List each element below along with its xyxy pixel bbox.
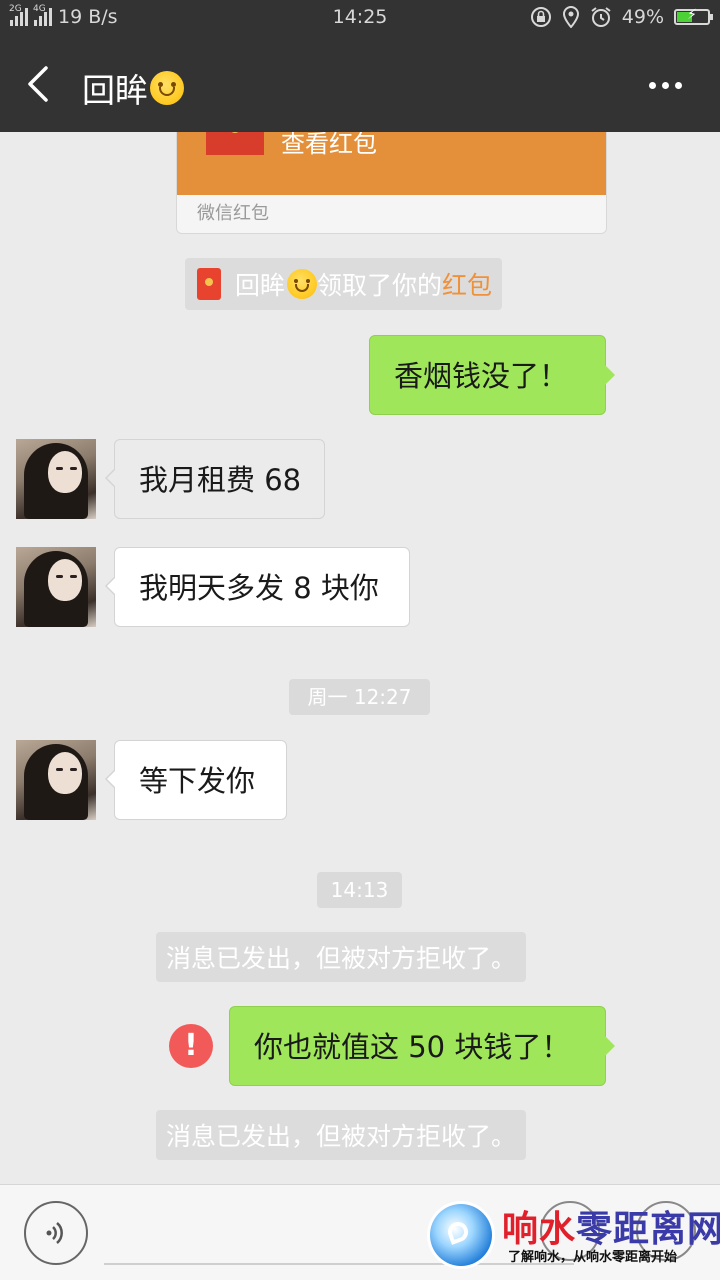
message-bubble-sent[interactable]: 香烟钱没了！ bbox=[369, 335, 615, 415]
site-watermark: 响水零距离网 了解响水，从响水零距离开始 bbox=[430, 1192, 720, 1278]
avatar[interactable] bbox=[16, 547, 96, 627]
time-divider: 14:13 bbox=[317, 872, 402, 908]
red-packet-card[interactable]: 查看红包 微信红包 bbox=[176, 132, 607, 234]
rejected-notice: 消息已发出，但被对方拒收了。 bbox=[156, 1110, 527, 1160]
chat-header: 回眸 bbox=[0, 36, 720, 132]
chevron-left-icon[interactable] bbox=[20, 62, 60, 106]
watermark-title-a: 响水 bbox=[502, 1208, 577, 1250]
notice-text: 领取了你的 bbox=[317, 271, 443, 300]
rotation-lock-icon bbox=[530, 7, 551, 27]
battery-icon: ⚡ bbox=[674, 7, 713, 25]
watermark-subtitle: 了解响水，从响水零距离开始 bbox=[508, 1250, 678, 1265]
send-failed-icon[interactable]: ! bbox=[169, 1024, 213, 1068]
red-packet-label: 查看红包 bbox=[281, 132, 377, 158]
battery-percent: 49% bbox=[621, 6, 664, 28]
message-bubble-received[interactable]: 我明天多发 8 块你 bbox=[105, 547, 410, 627]
smile-emoji-icon bbox=[287, 269, 318, 299]
rejected-notice: 消息已发出，但被对方拒收了。 bbox=[156, 932, 527, 982]
location-icon bbox=[562, 6, 579, 28]
message-bubble-sent[interactable]: 你也就值这 50 块钱了！ bbox=[229, 1006, 615, 1086]
message-bubble-received[interactable]: 我月租费 68 bbox=[105, 439, 325, 519]
message-list[interactable]: 查看红包 微信红包 回眸 领取了你的 红包 香烟钱没了！ 我月租费 68 我明天… bbox=[0, 132, 720, 1184]
status-right: 49% ⚡ bbox=[530, 6, 713, 28]
red-packet-notice: 回眸 领取了你的 红包 bbox=[185, 258, 503, 310]
avatar[interactable] bbox=[16, 740, 96, 820]
message-bubble-received[interactable]: 等下发你 bbox=[105, 740, 287, 820]
voice-button[interactable] bbox=[24, 1201, 88, 1265]
status-bar: 2G 4G 19 B/s 14:25 49% ⚡ bbox=[0, 0, 720, 36]
watermark-title-b: 零距离网 bbox=[576, 1208, 720, 1250]
watermark-logo-icon bbox=[430, 1204, 492, 1266]
time-divider: 周一 12:27 bbox=[289, 679, 430, 715]
avatar[interactable] bbox=[16, 439, 96, 519]
chat-title: 回眸 bbox=[82, 64, 184, 112]
charging-bolt-icon: ⚡ bbox=[687, 7, 697, 23]
watermark-title: 响水零距离网 bbox=[502, 1200, 720, 1252]
alarm-icon bbox=[591, 7, 611, 27]
red-envelope-small-icon bbox=[197, 268, 221, 300]
notice-red-packet-link[interactable]: 红包 bbox=[442, 266, 492, 302]
red-envelope-icon bbox=[206, 132, 264, 155]
voice-icon bbox=[46, 1222, 63, 1244]
red-packet-footer: 微信红包 bbox=[177, 195, 606, 233]
notice-name: 回眸 bbox=[235, 271, 286, 300]
more-dots-icon[interactable] bbox=[649, 82, 682, 89]
smile-emoji-icon bbox=[150, 71, 184, 105]
contact-name: 回眸 bbox=[82, 71, 148, 110]
